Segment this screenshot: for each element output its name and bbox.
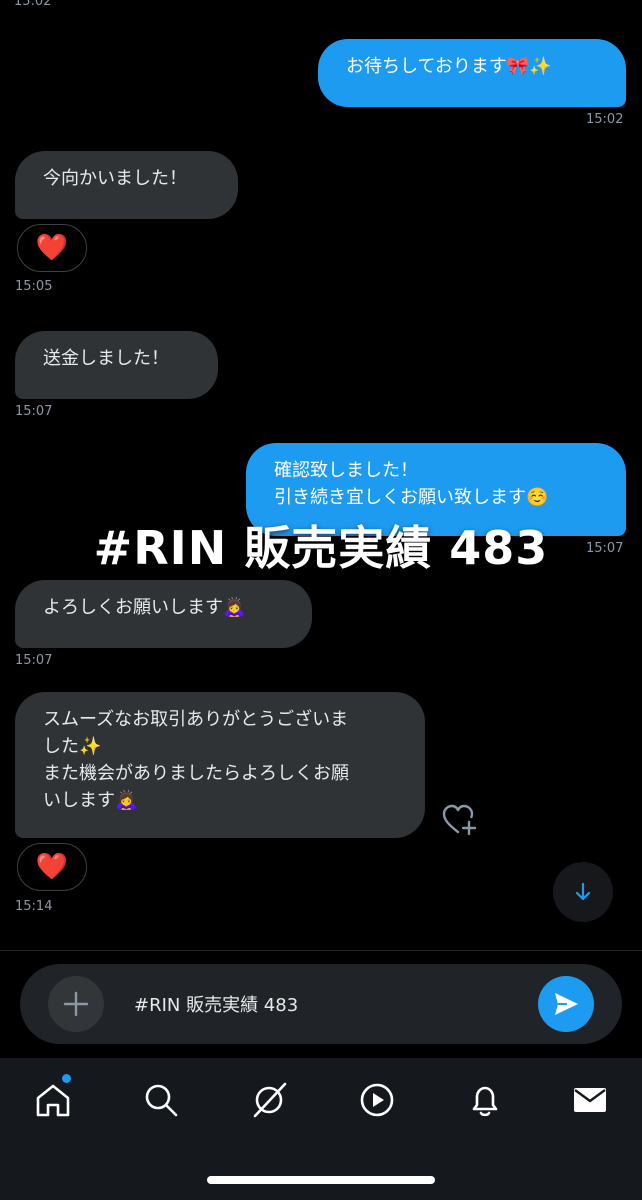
grok-icon [253,1082,287,1118]
message-bubble-incoming[interactable]: 送金しました！ [15,331,218,399]
tab-video[interactable] [355,1078,399,1122]
tab-search[interactable] [139,1078,183,1122]
message-bubble-incoming[interactable]: 今向かいました！ [15,151,238,219]
home-icon [36,1084,70,1117]
message-time: 15:14 [15,899,53,914]
video-icon [360,1083,394,1117]
message-time: 15:05 [15,279,53,294]
search-icon [145,1084,178,1117]
divider [0,950,642,951]
add-reaction-button[interactable] [440,800,480,840]
tab-messages[interactable] [568,1078,612,1122]
tab-home[interactable] [31,1078,75,1122]
plus-icon [63,991,89,1017]
send-icon [555,993,578,1015]
reaction-badge[interactable]: ❤️ [17,224,87,272]
scroll-to-bottom-button[interactable] [553,862,613,922]
heart-reaction-icon: ❤️ [35,233,69,263]
watermark-overlay-text: #RIN 販売実績 483 [93,521,549,575]
message-composer[interactable]: #RIN 販売実績 483 [20,964,622,1044]
tab-notifications[interactable] [463,1078,507,1122]
tab-grok[interactable] [247,1078,291,1122]
reaction-badge[interactable]: ❤️ [17,843,87,891]
message-input[interactable]: #RIN 販売実績 483 [134,991,298,1017]
message-bubble-incoming[interactable]: よろしくお願いします🙇‍♀️ [15,580,312,648]
messages-icon [574,1088,606,1112]
home-indicator [207,1176,435,1184]
message-time: 15:07 [15,404,53,419]
message-bubble-outgoing[interactable]: お待ちしております🎀✨ [318,39,626,107]
message-time: 15:07 [15,653,53,668]
arrow-down-icon [575,882,591,901]
heart-reaction-icon: ❤️ [35,852,69,882]
add-media-button[interactable] [48,976,104,1032]
send-button[interactable] [538,976,594,1032]
notification-dot [62,1074,71,1083]
message-time: 15:02 [14,0,52,9]
message-bubble-incoming[interactable]: スムーズなお取引ありがとうございま した✨ また機会がありましたらよろしくお願 … [15,692,425,838]
notifications-icon [472,1086,498,1117]
message-time: 15:02 [586,112,624,127]
heart-plus-icon [442,804,477,836]
